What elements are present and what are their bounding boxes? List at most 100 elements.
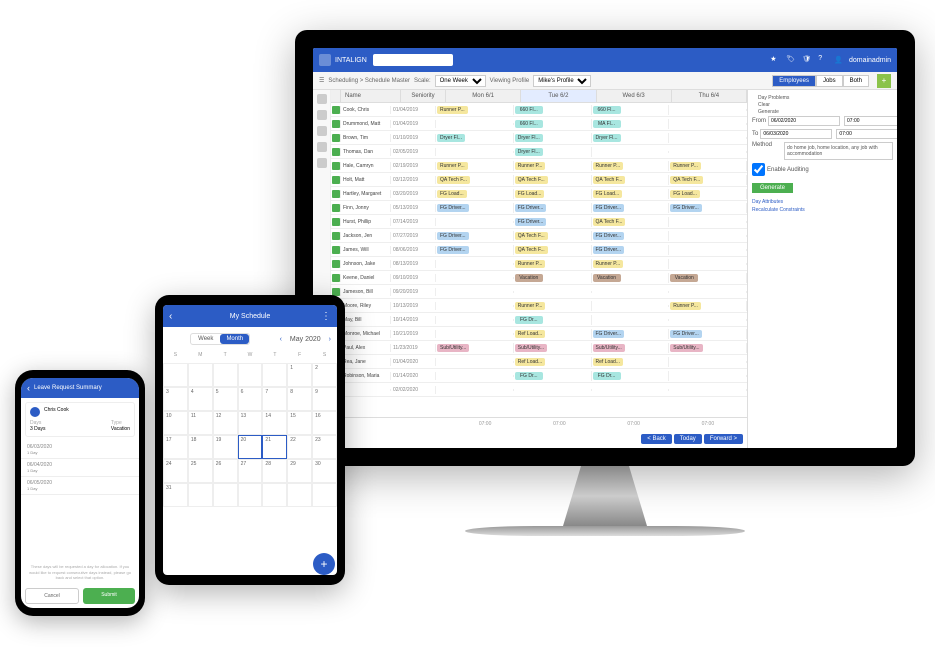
calendar-day[interactable]: 27 [238, 459, 263, 483]
shift-chip[interactable]: FG Dr... [515, 316, 543, 324]
shift-chip[interactable]: Runner P... [437, 106, 468, 114]
shift-chip[interactable]: QA Tech F... [515, 232, 548, 240]
to-date-input[interactable] [760, 129, 832, 139]
calendar-day[interactable]: 23 [312, 435, 337, 459]
shift-chip[interactable]: FG Driver... [437, 246, 469, 254]
week-toggle[interactable]: Week [191, 334, 220, 344]
col-day-0[interactable]: Mon 6/1 [446, 90, 521, 102]
shift-chip[interactable]: Ref Load... [593, 358, 623, 366]
shift-chip[interactable]: QA Tech F... [515, 176, 548, 184]
rail-icon-1[interactable] [317, 94, 327, 104]
method-select[interactable]: do home job, home location, any job with… [784, 142, 893, 160]
view-both-button[interactable]: Both [843, 75, 869, 87]
schedule-row[interactable]: Thomas, Dan 02/05/2019Dryer Fl... [331, 145, 747, 159]
back-icon[interactable]: ‹ [169, 311, 172, 322]
star-icon[interactable]: ★ [770, 55, 780, 65]
from-date-input[interactable] [768, 116, 840, 126]
row-checkbox[interactable] [332, 162, 340, 170]
schedule-row[interactable]: Robinson, Maria 01/14/2020FG Dr...FG Dr.… [331, 369, 747, 383]
menu-icon[interactable]: ⋮ [321, 311, 331, 322]
month-toggle[interactable]: Month [220, 334, 249, 344]
shift-chip[interactable]: Dryer Fl... [515, 148, 543, 156]
col-day-1[interactable]: Tue 6/2 [521, 90, 596, 102]
calendar-day[interactable]: 22 [287, 435, 312, 459]
calendar-day[interactable]: 28 [262, 459, 287, 483]
calendar-day[interactable] [262, 363, 287, 387]
row-checkbox[interactable] [332, 218, 340, 226]
row-checkbox[interactable] [332, 176, 340, 184]
scale-select[interactable]: One Week [435, 75, 486, 87]
shift-chip[interactable]: FG Driver... [593, 330, 625, 338]
calendar-day[interactable]: 17 [163, 435, 188, 459]
shift-chip[interactable]: 660 Fl... [515, 120, 543, 128]
rail-icon-3[interactable] [317, 126, 327, 136]
calendar-day[interactable]: 5 [213, 387, 238, 411]
calendar-day[interactable]: 10 [163, 411, 188, 435]
schedule-row[interactable]: Rea, Jane 01/04/2020Ref Load...Ref Load.… [331, 355, 747, 369]
calendar-day[interactable] [213, 483, 238, 507]
rp-item-1[interactable]: Clear [752, 102, 893, 108]
rail-icon-2[interactable] [317, 110, 327, 120]
rp-item-0[interactable]: Day Problems [752, 95, 893, 101]
shift-chip[interactable]: Dryer Fl... [437, 134, 465, 142]
calendar-day[interactable] [287, 483, 312, 507]
calendar-day[interactable]: 29 [287, 459, 312, 483]
calendar-day[interactable]: 3 [163, 387, 188, 411]
schedule-body[interactable]: Cook, Chris 01/04/2019Runner P...660 Fl.… [331, 103, 747, 417]
shift-chip[interactable]: Runner P... [593, 260, 624, 268]
calendar-day[interactable] [238, 483, 263, 507]
shift-chip[interactable]: FG Driver... [515, 218, 547, 226]
schedule-row[interactable]: James, Will 08/06/2019FG Driver...QA Tec… [331, 243, 747, 257]
view-jobs-button[interactable]: Jobs [816, 75, 843, 87]
generate-button[interactable]: Generate [752, 183, 793, 193]
shift-chip[interactable]: QA Tech F... [515, 246, 548, 254]
schedule-row[interactable]: Moore, Riley 10/13/2019Runner P...Runner… [331, 299, 747, 313]
row-checkbox[interactable] [332, 190, 340, 198]
leave-item[interactable]: 06/03/20201 Day [21, 441, 139, 459]
calendar-day[interactable] [213, 363, 238, 387]
col-seniority[interactable]: Seniority [401, 90, 446, 102]
shift-chip[interactable]: Sub/Utility... [437, 344, 469, 352]
calendar-day[interactable]: 14 [262, 411, 287, 435]
row-checkbox[interactable] [332, 134, 340, 142]
calendar-day[interactable] [163, 363, 188, 387]
shift-chip[interactable]: Runner P... [593, 162, 624, 170]
shift-chip[interactable]: Runner P... [670, 162, 701, 170]
hamburger-icon[interactable]: ☰ [319, 77, 324, 84]
calendar-day[interactable]: 2 [312, 363, 337, 387]
next-month-icon[interactable]: › [329, 336, 331, 343]
leave-item[interactable]: 06/05/20201 Day [21, 477, 139, 495]
calendar-day[interactable]: 24 [163, 459, 188, 483]
user-icon[interactable]: 👤 [834, 56, 843, 64]
schedule-row[interactable]: Paul, Alex 11/23/2019Sub/Utility...Sub/U… [331, 341, 747, 355]
view-employees-button[interactable]: Employees [772, 75, 816, 87]
shift-chip[interactable]: FG Load... [670, 190, 700, 198]
prev-month-icon[interactable]: ‹ [280, 336, 282, 343]
row-checkbox[interactable] [332, 274, 340, 282]
calendar-day[interactable] [238, 363, 263, 387]
schedule-row[interactable]: Johnson, Jake 08/13/2019Runner P...Runne… [331, 257, 747, 271]
shift-chip[interactable]: FG Load... [515, 190, 545, 198]
schedule-row[interactable]: Finn, Jonny 05/13/2019FG Driver...FG Dri… [331, 201, 747, 215]
row-checkbox[interactable] [332, 148, 340, 156]
to-time-input[interactable] [836, 129, 897, 139]
submit-button[interactable]: Submit [83, 588, 135, 604]
calendar-day[interactable]: 26 [213, 459, 238, 483]
schedule-row[interactable]: Jameson, Bill 09/20/2019 [331, 285, 747, 299]
shift-chip[interactable]: Sub/Utility... [593, 344, 625, 352]
schedule-row[interactable]: Hurst, Phillip 07/14/2019FG Driver...QA … [331, 215, 747, 229]
col-name[interactable]: Name [341, 90, 401, 102]
shift-chip[interactable]: MA Fl... [593, 120, 621, 128]
calendar-day[interactable]: 25 [188, 459, 213, 483]
calendar-day[interactable] [312, 483, 337, 507]
shift-chip[interactable]: FG Driver... [670, 330, 702, 338]
rail-icon-4[interactable] [317, 142, 327, 152]
calendar-day[interactable]: 8 [287, 387, 312, 411]
shift-chip[interactable]: FG Driver... [670, 204, 702, 212]
schedule-row[interactable]: Cook, Chris 01/04/2019Runner P...660 Fl.… [331, 103, 747, 117]
calendar-day[interactable]: 16 [312, 411, 337, 435]
schedule-row[interactable]: Drummond, Matt 01/04/2019660 Fl...MA Fl.… [331, 117, 747, 131]
shift-chip[interactable]: FG Driver... [593, 246, 625, 254]
rp-link-1[interactable]: Recalculate Constraints [752, 207, 893, 213]
rp-item-2[interactable]: Generate [752, 109, 893, 115]
